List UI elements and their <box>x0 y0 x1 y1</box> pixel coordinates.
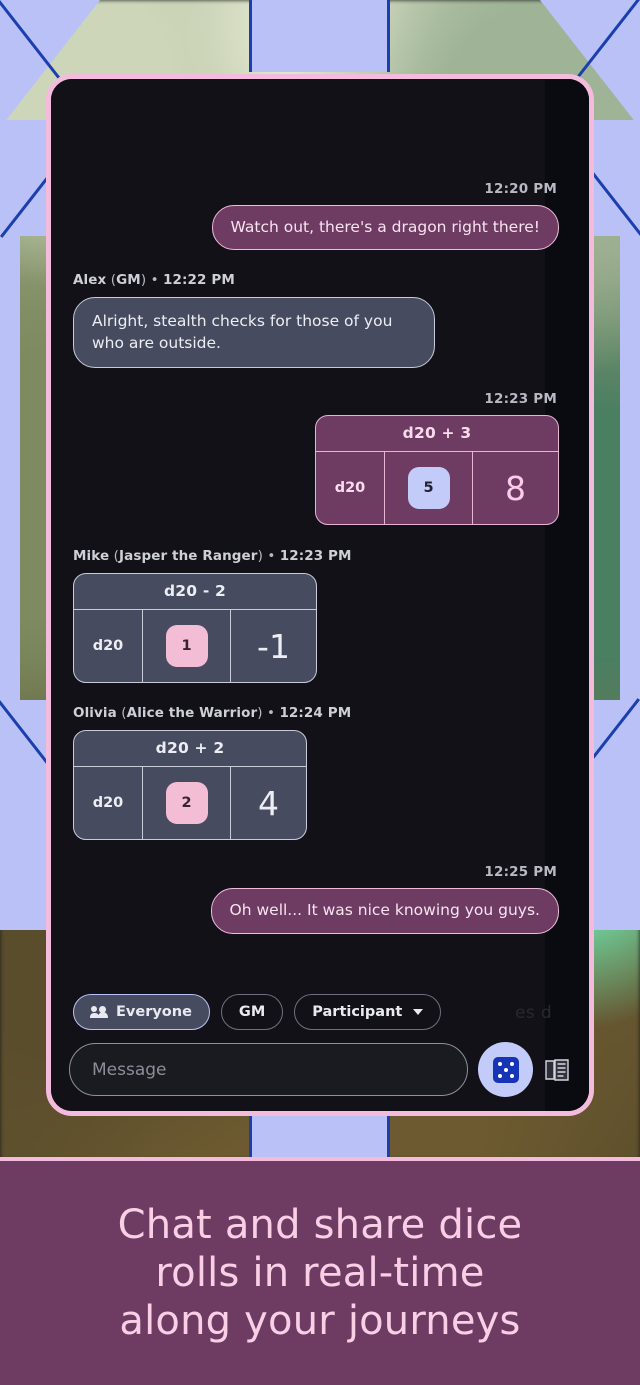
filter-chip-gm[interactable]: GM <box>220 994 284 1030</box>
roll-row: d20 - 2 d20 1 -1 <box>73 573 567 684</box>
message-row: Alright, stealth checks for those of you… <box>73 297 567 369</box>
message-input[interactable]: Message <box>69 1043 468 1096</box>
roll-die-label: d20 <box>92 638 124 655</box>
rulebook-button[interactable] <box>543 1056 571 1084</box>
caption-line-3: along your journeys <box>119 1298 521 1344</box>
message-row: Watch out, there's a dragon right there! <box>73 205 567 251</box>
roll-sender-meta: Olivia (Alice the Warrior) • 12:24 PM <box>73 705 567 721</box>
roll-die-label: d20 <box>334 480 366 497</box>
chevron-down-icon <box>413 1009 424 1015</box>
sender-role-open: ( <box>116 705 127 722</box>
dice-roll-button[interactable] <box>478 1042 533 1097</box>
dice-roll-card[interactable]: d20 + 2 d20 2 4 <box>73 730 307 841</box>
sender-name: Olivia <box>73 705 117 722</box>
composer-area: Everyone GM Participant Message <box>51 994 589 1111</box>
roll-formula: d20 - 2 <box>74 574 316 611</box>
bg-line-vert-top-left <box>249 0 252 72</box>
roll-timestamp: 12:23 PM <box>484 391 557 408</box>
sender-role: Alice the Warrior <box>126 705 258 722</box>
roll-die-value-cell: 2 <box>142 767 231 840</box>
roll-die-chip: 1 <box>165 625 208 668</box>
message-row: Oh well... It was nice knowing you guys. <box>73 888 567 934</box>
bg-shape-left-band-3 <box>0 236 20 706</box>
roll-timestamp: 12:23 PM <box>279 548 352 565</box>
roll-formula: d20 + 3 <box>316 416 558 453</box>
roll-row: d20 + 2 d20 2 4 <box>73 730 567 841</box>
chat-bubble-incoming[interactable]: Alright, stealth checks for those of you… <box>73 297 435 369</box>
sender-name: Mike <box>73 548 110 565</box>
sender-role-close: ) • <box>140 272 164 289</box>
filter-chip-participant-label: Participant <box>312 1004 403 1020</box>
phone-frame: es d 12:20 PM Watch out, there's a drago… <box>46 74 594 1116</box>
roll-total: -1 <box>257 626 290 666</box>
message-input-row: Message <box>67 1042 573 1097</box>
sender-role: GM <box>116 272 141 289</box>
message-timestamp: 12:20 PM <box>484 181 557 197</box>
sender-role: Jasper the Ranger <box>119 548 258 565</box>
chat-bubble-outgoing[interactable]: Oh well... It was nice knowing you guys. <box>210 888 559 934</box>
roll-timestamp: 12:24 PM <box>279 705 352 722</box>
sender-role-close: ) • <box>257 705 280 722</box>
dice-roll-card[interactable]: d20 - 2 d20 1 -1 <box>73 573 317 684</box>
roll-body: d20 2 4 <box>74 767 306 840</box>
phone-screen: es d 12:20 PM Watch out, there's a drago… <box>51 79 589 1111</box>
roll-row: d20 + 3 d20 5 8 <box>73 415 567 526</box>
audience-filter-row: Everyone GM Participant <box>67 994 573 1042</box>
dice-roll-card[interactable]: d20 + 3 d20 5 8 <box>315 415 559 526</box>
message-timestamp: 12:25 PM <box>484 864 557 881</box>
roll-sender-meta: Mike (Jasper the Ranger) • 12:23 PM <box>73 548 567 564</box>
chat-message-list[interactable]: 12:20 PM Watch out, there's a dragon rig… <box>51 79 589 981</box>
roll-total: 4 <box>258 783 279 823</box>
caption-line-2: rolls in real-time <box>155 1250 485 1296</box>
sender-role-open: ( <box>106 272 117 289</box>
book-icon <box>545 1058 569 1081</box>
message-sender-meta: Alex (GM) • 12:22 PM <box>73 272 567 288</box>
roll-body: d20 5 8 <box>316 452 558 525</box>
filter-chip-gm-label: GM <box>238 1004 266 1020</box>
filter-chip-participant[interactable]: Participant <box>294 994 442 1030</box>
sender-role-close: ) • <box>257 548 280 565</box>
roll-total: 8 <box>505 468 526 508</box>
roll-die-value-cell: 1 <box>142 610 231 683</box>
bg-line-vert-top-right <box>387 0 390 72</box>
bg-shape-right-band-2 <box>592 700 640 930</box>
bg-shape-right-band-3 <box>620 236 640 706</box>
message-timestamp: 12:22 PM <box>163 272 235 289</box>
filter-chip-everyone[interactable]: Everyone <box>73 994 210 1030</box>
chat-bubble-outgoing[interactable]: Watch out, there's a dragon right there! <box>211 205 559 251</box>
bg-shape-left-band <box>0 120 48 236</box>
dice-five-icon <box>492 1056 519 1083</box>
roll-body: d20 1 -1 <box>74 610 316 683</box>
sender-name: Alex <box>73 272 107 289</box>
roll-die-label: d20 <box>92 795 124 812</box>
caption-banner: Chat and share dice rolls in real-time a… <box>0 1157 640 1385</box>
roll-formula: d20 + 2 <box>74 731 306 768</box>
roll-die-chip: 5 <box>407 467 450 510</box>
bg-shape-top-center <box>251 0 389 72</box>
sender-role-open: ( <box>109 548 119 565</box>
roll-die-chip: 2 <box>165 782 208 825</box>
message-input-placeholder: Message <box>92 1059 167 1080</box>
people-icon <box>90 1006 108 1018</box>
filter-chip-everyone-label: Everyone <box>116 1004 192 1020</box>
caption-line-1: Chat and share dice <box>117 1202 523 1248</box>
roll-die-value-cell: 5 <box>384 452 473 525</box>
